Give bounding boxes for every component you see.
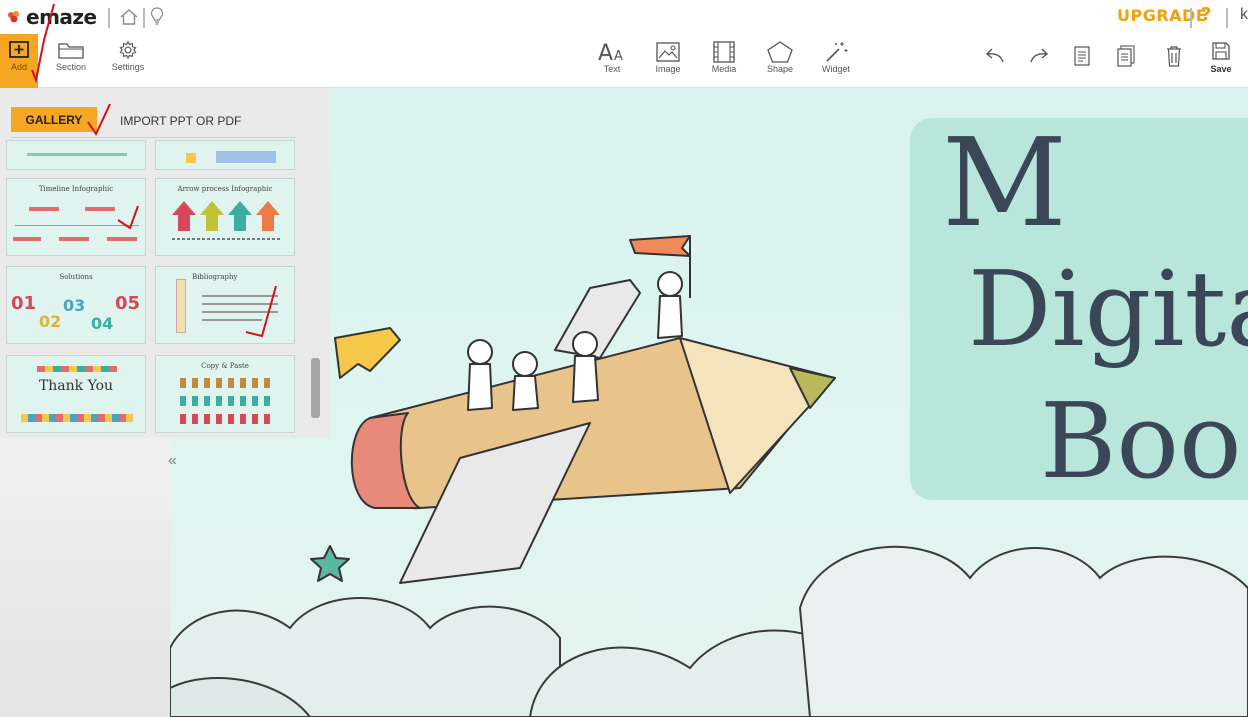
widget-label: Widget: [821, 64, 850, 74]
text-icon: A A: [598, 41, 623, 64]
notes-button[interactable]: [1070, 34, 1094, 88]
widget-tool-button[interactable]: Widget: [816, 34, 856, 88]
gear-icon: [119, 40, 137, 60]
magic-wand-icon: [826, 42, 848, 62]
gallery-thumbnail[interactable]: [6, 140, 146, 170]
slide-title-line-3[interactable]: Boo: [1040, 380, 1242, 502]
svg-text:02: 02: [39, 312, 61, 331]
gallery-thumbnail-arrow-process[interactable]: Arrow process Infographic: [155, 178, 295, 256]
gallery-thumbnail-thank-you[interactable]: Thank You: [6, 355, 146, 433]
lightbulb-icon[interactable]: [150, 6, 164, 28]
pencil-rocket-illustration: [310, 235, 836, 584]
pentagon-icon: [767, 41, 793, 63]
user-menu[interactable]: k: [1240, 6, 1248, 24]
delete-button[interactable]: [1162, 34, 1186, 88]
text-tool-button[interactable]: A A Text: [594, 34, 630, 88]
gallery-thumbnail-timeline[interactable]: Timeline Infographic: [6, 178, 146, 256]
editor-toolbar: Add Section Settings A A Text Image Medi…: [0, 34, 1248, 88]
tab-import-label: IMPORT PPT OR PDF: [120, 114, 242, 128]
panel-lower-area: «: [0, 438, 177, 717]
section-label: Section: [55, 62, 87, 72]
settings-button[interactable]: Settings: [106, 34, 150, 88]
tab-import-ppt-pdf[interactable]: IMPORT PPT OR PDF: [120, 114, 241, 128]
add-icon: [9, 41, 29, 58]
gallery-thumbnail[interactable]: [155, 140, 295, 170]
image-tool-button[interactable]: Image: [650, 34, 686, 88]
gallery-thumbnail-copy-paste[interactable]: Copy & Paste: [155, 355, 295, 433]
upgrade-button[interactable]: UPGRADE: [1117, 6, 1207, 25]
save-label: Save: [1210, 64, 1232, 74]
undo-button[interactable]: [982, 34, 1008, 88]
save-icon: [1212, 42, 1230, 60]
slide-canvas[interactable]: M Digita Boo: [170, 88, 1248, 717]
redo-icon: [1030, 48, 1049, 63]
image-icon: [656, 42, 680, 62]
collapse-panel-button[interactable]: «: [168, 452, 177, 470]
redo-button[interactable]: [1026, 34, 1052, 88]
gallery-thumbnail-solutions[interactable]: Solutions 01 02 03 04 05: [6, 266, 146, 344]
gallery-scrollbar[interactable]: [311, 358, 320, 418]
shape-tool-button[interactable]: Shape: [762, 34, 798, 88]
media-tool-button[interactable]: Media: [704, 34, 744, 88]
divider: [1226, 8, 1228, 28]
duplicate-button[interactable]: [1114, 34, 1138, 88]
add-label: Add: [10, 62, 27, 72]
help-button[interactable]: ?: [1201, 4, 1211, 25]
image-label: Image: [655, 64, 681, 74]
shape-label: Shape: [766, 64, 794, 74]
divider: [1190, 8, 1192, 28]
app-window: emaze UPGRADE ? k Add Section Settings A…: [0, 0, 1248, 717]
arrow-process-thumbnail-art: [172, 201, 280, 240]
settings-label: Settings: [111, 62, 145, 72]
gallery-panel: GALLERY IMPORT PPT OR PDF Timeline Infog…: [0, 88, 330, 438]
divider: [143, 8, 145, 28]
home-icon[interactable]: [119, 6, 139, 28]
slide-title-line-2[interactable]: Digita: [968, 248, 1248, 370]
svg-text:A: A: [614, 49, 623, 64]
emaze-logo-icon: [8, 11, 19, 23]
text-label: Text: [603, 64, 621, 74]
gallery-thumbnail-bibliography[interactable]: Bibliography: [155, 266, 295, 344]
undo-icon: [985, 48, 1004, 63]
divider: [108, 8, 110, 28]
svg-text:04: 04: [91, 314, 113, 333]
trash-icon: [1167, 46, 1181, 67]
add-button[interactable]: Add: [0, 34, 38, 88]
notes-icon: [1074, 46, 1090, 66]
svg-text:05: 05: [115, 293, 140, 314]
emaze-logo[interactable]: emaze: [6, 3, 97, 31]
svg-text:A: A: [598, 41, 613, 64]
folder-icon: [58, 43, 84, 59]
section-button[interactable]: Section: [50, 34, 92, 88]
divider: [11, 137, 296, 138]
media-label: Media: [711, 64, 737, 74]
top-bar: emaze UPGRADE ? k: [0, 0, 1248, 34]
tab-gallery-label: GALLERY: [25, 112, 83, 127]
duplicate-icon: [1117, 45, 1135, 67]
slide-title-line-1[interactable]: M: [942, 112, 1067, 254]
svg-text:03: 03: [63, 296, 85, 315]
tab-gallery[interactable]: GALLERY: [11, 107, 97, 132]
solutions-thumbnail-art: 01 02 03 04 05: [11, 293, 140, 333]
logo-text: emaze: [26, 5, 97, 29]
film-icon: [713, 41, 735, 63]
save-button[interactable]: Save: [1206, 34, 1236, 88]
svg-text:01: 01: [11, 293, 36, 314]
